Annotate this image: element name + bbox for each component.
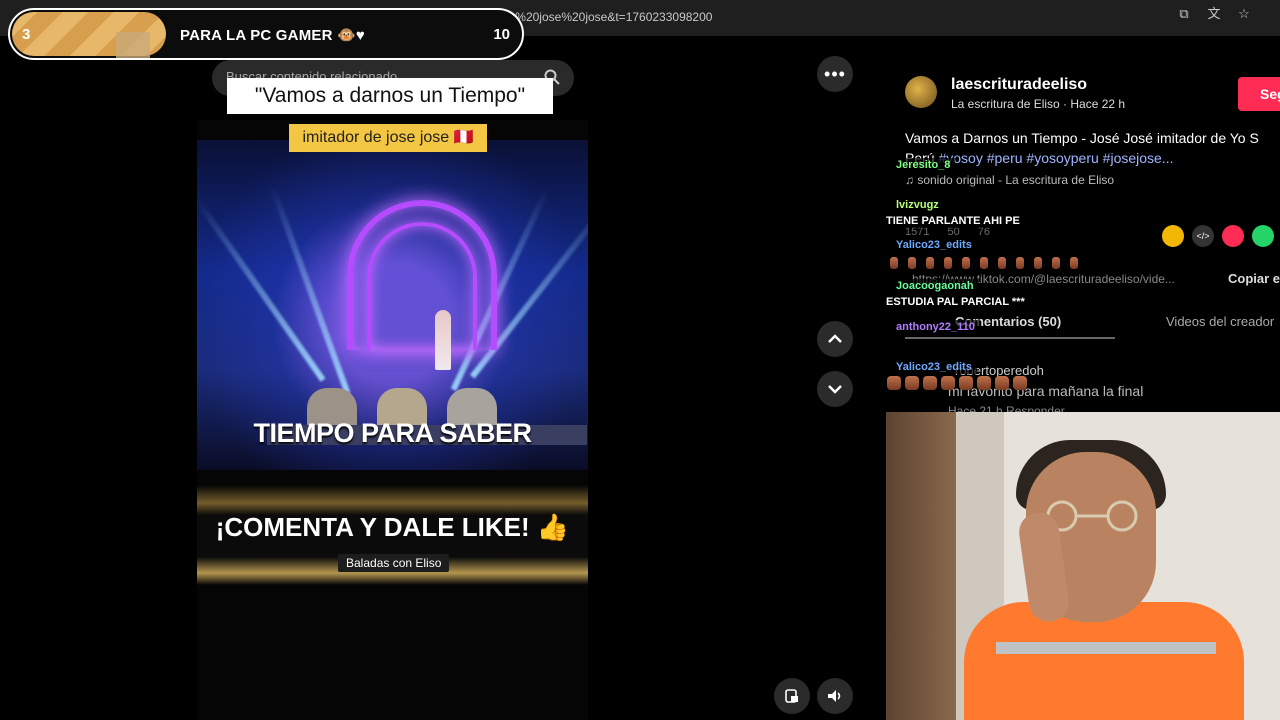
chat-user: lvizvugz xyxy=(891,198,944,212)
video-caption-title: "Vamos a darnos un Tiempo" xyxy=(227,78,553,114)
author-subtitle: La escritura de Eliso · Hace 22 h xyxy=(951,97,1126,111)
share-options: </> xyxy=(1162,225,1274,247)
chat-emotes xyxy=(890,257,1078,269)
chat-user: Yalico23_edits xyxy=(891,238,977,252)
singer xyxy=(435,310,451,370)
stream-goal-bar: 3 PARA LA PC GAMER 🐵♥ 10 xyxy=(8,8,524,60)
whatsapp-icon[interactable] xyxy=(1252,225,1274,247)
star-icon[interactable]: ☆ xyxy=(1236,6,1252,22)
webcam-feed xyxy=(886,412,1280,720)
video-banner-two: ¡COMENTA Y DALE LIKE! 👍 xyxy=(215,512,570,542)
description-line1: Vamos a Darnos un Tiempo - José José imi… xyxy=(905,130,1259,146)
goal-target: 10 xyxy=(493,26,510,43)
author-handle[interactable]: laescrituradeeliso xyxy=(951,76,1087,94)
channel-pill: Baladas con Eliso xyxy=(338,554,450,572)
author-avatar[interactable] xyxy=(905,76,937,108)
chat-user: anthony22_110 xyxy=(891,320,980,334)
more-options-button[interactable]: ••• xyxy=(817,56,853,92)
tab-creator-videos[interactable]: Videos del creador xyxy=(1166,314,1274,329)
goal-title: PARA LA PC GAMER 🐵♥ xyxy=(180,27,365,44)
chevron-down-icon xyxy=(828,385,842,394)
video-banner-one: TIEMPO PARA SABER xyxy=(253,418,532,448)
send-icon[interactable] xyxy=(1222,225,1244,247)
hashtags[interactable]: #yosoy #peru #yosoyperu #josejose... xyxy=(938,150,1173,166)
chat-emotes xyxy=(887,376,1027,390)
chat-user: Yalico23_edits xyxy=(891,360,977,374)
previous-video-button[interactable] xyxy=(817,321,853,357)
copy-link-button[interactable]: Copiar e xyxy=(1228,271,1280,286)
stage-arch-inner xyxy=(367,222,477,350)
browser-actions: ⧉ 文 ☆ xyxy=(1176,6,1252,22)
speaker-icon xyxy=(828,690,841,702)
more-dots-icon: ••• xyxy=(824,63,846,84)
goal-progress-fill xyxy=(12,12,166,58)
picture-in-picture-icon xyxy=(785,689,798,703)
embed-icon[interactable]: </> xyxy=(1192,225,1214,247)
translate-icon[interactable]: 文 xyxy=(1206,6,1222,22)
share-icon[interactable] xyxy=(1162,225,1184,247)
video-caption-subtitle: imitador de jose jose 🇵🇪 xyxy=(289,124,487,152)
chevron-up-icon xyxy=(828,334,842,343)
tab-underline xyxy=(905,337,1115,339)
chat-message: ESTUDIA PAL PARCIAL *** xyxy=(884,295,1027,309)
pip-button[interactable] xyxy=(774,678,810,714)
chat-message: TIENE PARLANTE AHI PE xyxy=(884,214,1022,228)
chat-user: Joacoogaonah xyxy=(891,279,979,293)
screen-share-icon[interactable]: ⧉ xyxy=(1176,6,1192,22)
next-video-button[interactable] xyxy=(817,371,853,407)
post-description: Vamos a Darnos un Tiempo - José José imi… xyxy=(905,128,1280,168)
sound-link[interactable]: ♫ sonido original - La escritura de Elis… xyxy=(905,173,1114,187)
goal-current: 3 xyxy=(22,26,31,43)
chat-user: Jeresito_8 xyxy=(891,158,956,172)
volume-button[interactable] xyxy=(817,678,853,714)
follow-button[interactable]: Seg xyxy=(1238,77,1280,111)
